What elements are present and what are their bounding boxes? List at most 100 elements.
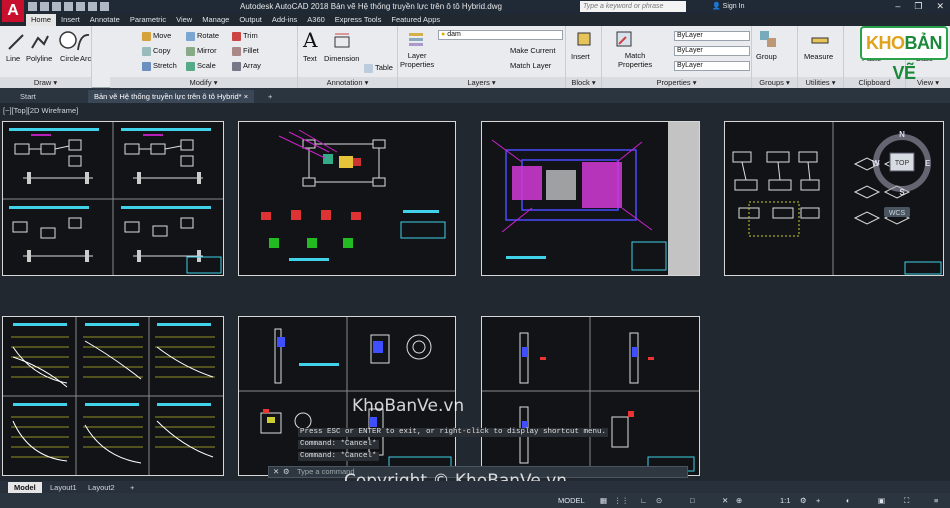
layers-panel-title[interactable]: Layers ▾ bbox=[398, 77, 565, 88]
table-button[interactable]: Table bbox=[364, 63, 393, 73]
undo-icon[interactable] bbox=[88, 2, 97, 11]
close-icon[interactable]: ✕ bbox=[936, 1, 944, 12]
match-layer-button[interactable]: Match Layer bbox=[510, 61, 551, 70]
close-icon[interactable]: ✕ bbox=[273, 467, 279, 477]
groups-panel-title[interactable]: Groups ▾ bbox=[752, 77, 797, 88]
measure-button[interactable]: Measure bbox=[804, 52, 833, 61]
mirror-button[interactable]: Mirror bbox=[186, 46, 217, 56]
open-file-icon[interactable] bbox=[40, 2, 49, 11]
start-tab[interactable]: Start bbox=[14, 90, 42, 103]
trim-button[interactable]: Trim bbox=[232, 31, 258, 41]
sign-in-button[interactable]: 👤 Sign In bbox=[712, 2, 744, 10]
draw-panel-title[interactable]: Draw ▾ bbox=[0, 77, 91, 88]
measure-icon[interactable] bbox=[810, 30, 830, 50]
annotation-panel-title[interactable]: Annotation ▾ bbox=[298, 77, 397, 88]
layer-properties-icon[interactable] bbox=[406, 29, 426, 49]
drawing-canvas[interactable]: [−][Top][2D Wireframe] TOP N S W E WCS bbox=[0, 103, 950, 481]
viewport-label[interactable]: [−][Top][2D Wireframe] bbox=[3, 106, 78, 115]
fillet-button[interactable]: Fillet bbox=[232, 46, 259, 56]
scale-button[interactable]: Scale bbox=[186, 61, 216, 71]
model-space-button[interactable]: MODEL bbox=[558, 496, 585, 505]
circle-icon[interactable] bbox=[58, 30, 78, 50]
navcube-east-label[interactable]: E bbox=[925, 159, 931, 168]
ribbon-tab-annotate[interactable]: Annotate bbox=[85, 14, 125, 26]
customization-icon[interactable]: ≡ bbox=[934, 496, 938, 505]
ribbon-tab-insert[interactable]: Insert bbox=[56, 14, 85, 26]
group-button[interactable]: Group bbox=[756, 52, 777, 61]
workspace-icon[interactable]: ⊕ bbox=[736, 496, 742, 505]
isolate-icon[interactable]: ◐ bbox=[846, 496, 851, 505]
group-icon[interactable] bbox=[758, 29, 778, 49]
dimension-button[interactable]: Dimension bbox=[324, 54, 359, 63]
autocad-logo-icon[interactable]: A bbox=[2, 0, 24, 22]
copy-button[interactable]: Copy bbox=[142, 46, 171, 56]
redo-icon[interactable] bbox=[100, 2, 109, 11]
ribbon-tab-add-ins[interactable]: Add-ins bbox=[267, 14, 302, 26]
annotation-scale[interactable]: 1:1 bbox=[780, 496, 790, 505]
osnap-icon[interactable]: □ bbox=[690, 496, 695, 505]
line-icon[interactable] bbox=[6, 32, 26, 52]
wcs-menu[interactable]: WCS bbox=[889, 210, 906, 217]
make-current-button[interactable]: Make Current bbox=[510, 46, 555, 55]
drawing-tab[interactable]: Bản vẽ Hệ thống truyền lực trên ô tô Hyb… bbox=[88, 90, 255, 103]
settings-icon[interactable]: ⚙ bbox=[800, 496, 807, 505]
snap-icon[interactable]: ⋮⋮ bbox=[614, 496, 629, 505]
properties-panel-title[interactable]: Properties ▾ bbox=[602, 77, 751, 88]
save-as-icon[interactable] bbox=[64, 2, 73, 11]
layer-properties-button[interactable]: Layer Properties bbox=[400, 51, 434, 69]
fullscreen-icon[interactable]: ⛶ bbox=[904, 496, 909, 506]
close-tab-icon[interactable]: × bbox=[244, 92, 248, 101]
utilities-panel-title[interactable]: Utilities ▾ bbox=[798, 77, 843, 88]
polyline-icon[interactable] bbox=[30, 32, 50, 52]
navigation-cube[interactable]: TOP N S W E WCS bbox=[870, 129, 932, 223]
ribbon-tab-featured-apps[interactable]: Featured Apps bbox=[386, 14, 445, 26]
navcube-south-label[interactable]: S bbox=[899, 188, 905, 197]
hardware-acceleration-icon[interactable]: ▣ bbox=[878, 496, 885, 505]
annotation-visibility-icon[interactable]: ✕ bbox=[722, 496, 728, 505]
wrench-icon[interactable]: ⚙ bbox=[283, 467, 290, 477]
arc-button[interactable]: Arc bbox=[80, 54, 91, 63]
save-icon[interactable] bbox=[52, 2, 61, 11]
minimize-icon[interactable]: – bbox=[895, 1, 900, 12]
color-dropdown[interactable]: ByLayer bbox=[674, 31, 750, 41]
add-layout-button[interactable]: + bbox=[124, 482, 140, 493]
block-panel-title[interactable]: Block ▾ bbox=[566, 77, 601, 88]
rotate-button[interactable]: Rotate bbox=[186, 31, 219, 41]
linetype-dropdown[interactable]: ByLayer bbox=[674, 46, 750, 56]
search-input[interactable]: Type a keyword or phrase bbox=[580, 1, 686, 12]
match-properties-button[interactable]: Match Properties bbox=[618, 51, 652, 69]
insert-button[interactable]: Insert bbox=[571, 52, 590, 61]
grid-icon[interactable]: ▦ bbox=[600, 496, 607, 505]
text-icon[interactable]: A bbox=[303, 28, 317, 52]
ribbon-tab-a360[interactable]: A360 bbox=[302, 14, 330, 26]
plot-icon[interactable] bbox=[76, 2, 85, 11]
polyline-button[interactable]: Polyline bbox=[26, 54, 52, 63]
circle-button[interactable]: Circle bbox=[60, 54, 79, 63]
line-button[interactable]: Line bbox=[6, 54, 20, 63]
modify-panel-title[interactable]: Modify ▾ bbox=[110, 77, 297, 88]
navcube-top-label[interactable]: TOP bbox=[895, 160, 910, 167]
move-button[interactable]: Move bbox=[142, 31, 171, 41]
layer-dropdown[interactable]: ● dam bbox=[438, 30, 563, 40]
model-tab[interactable]: Model bbox=[8, 482, 42, 493]
add-icon[interactable]: + bbox=[816, 496, 820, 505]
new-file-icon[interactable] bbox=[28, 2, 37, 11]
layout1-tab[interactable]: Layout1 bbox=[44, 482, 83, 493]
ribbon-tab-output[interactable]: Output bbox=[234, 14, 267, 26]
navcube-west-label[interactable]: W bbox=[872, 159, 880, 168]
dimension-icon[interactable] bbox=[332, 31, 352, 51]
new-tab-button[interactable]: + bbox=[262, 90, 278, 103]
match-properties-icon[interactable] bbox=[614, 29, 634, 49]
lineweight-dropdown[interactable]: ByLayer bbox=[674, 61, 750, 71]
ribbon-tab-view[interactable]: View bbox=[171, 14, 197, 26]
text-button[interactable]: Text bbox=[303, 54, 317, 63]
maximize-icon[interactable]: ❐ bbox=[914, 1, 922, 12]
ribbon-tab-home[interactable]: Home bbox=[26, 14, 57, 26]
layout2-tab[interactable]: Layout2 bbox=[82, 482, 121, 493]
polar-icon[interactable]: ⊙ bbox=[656, 496, 662, 505]
ribbon-tab-manage[interactable]: Manage bbox=[197, 14, 234, 26]
arc-icon[interactable] bbox=[76, 32, 90, 52]
navcube-north-label[interactable]: N bbox=[899, 130, 905, 139]
ribbon-tab-parametric[interactable]: Parametric bbox=[125, 14, 171, 26]
stretch-button[interactable]: Stretch bbox=[142, 61, 177, 71]
